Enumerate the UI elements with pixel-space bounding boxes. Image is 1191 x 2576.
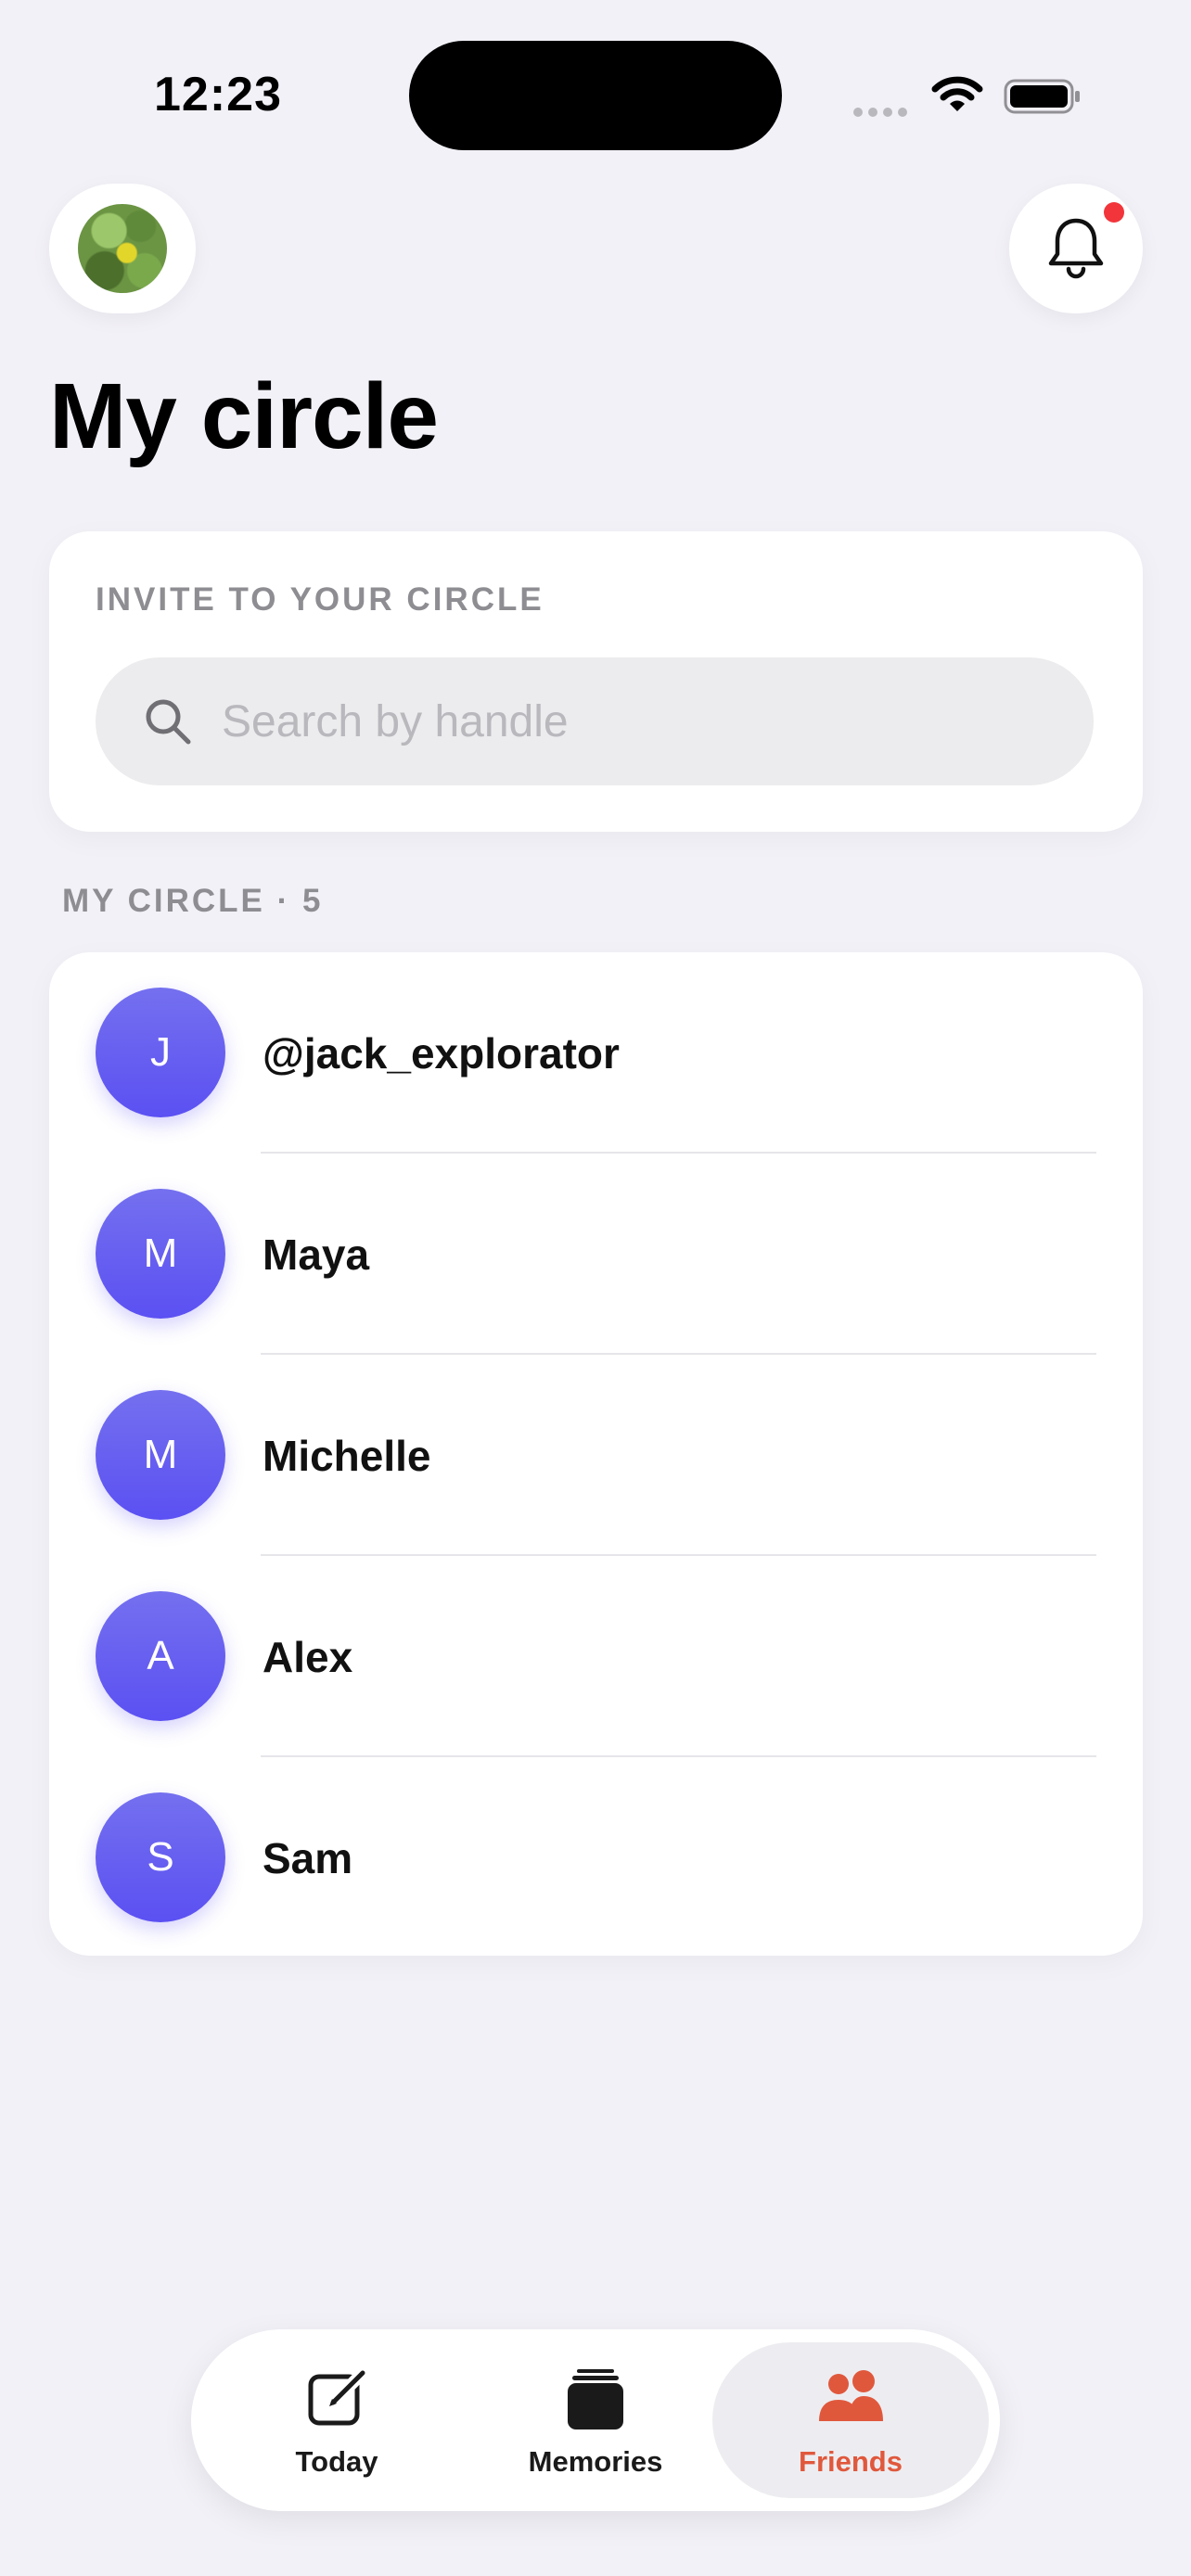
search-field[interactable] bbox=[96, 657, 1094, 785]
stack-icon bbox=[568, 2369, 623, 2429]
wifi-icon bbox=[931, 76, 983, 111]
tab-memories-label: Memories bbox=[528, 2445, 663, 2478]
dynamic-island bbox=[409, 41, 782, 150]
invite-label: INVITE TO YOUR CIRCLE bbox=[96, 581, 544, 618]
profile-photo bbox=[78, 204, 167, 293]
friend-row[interactable]: M Michelle bbox=[49, 1355, 1143, 1556]
friend-avatar: M bbox=[96, 1189, 225, 1319]
friend-row[interactable]: S Sam bbox=[49, 1757, 1143, 1956]
bell-icon bbox=[1048, 218, 1104, 279]
friend-row[interactable]: A Alex bbox=[49, 1556, 1143, 1757]
friend-name: Sam bbox=[263, 1834, 353, 1882]
tab-friends[interactable]: Friends bbox=[712, 2342, 989, 2498]
friend-avatar: A bbox=[96, 1591, 225, 1721]
status-time: 12:23 bbox=[154, 68, 282, 121]
status-bar: 12:23 bbox=[0, 0, 1191, 158]
cellular-signal-icon bbox=[853, 108, 907, 117]
friend-avatar: S bbox=[96, 1792, 225, 1922]
search-icon bbox=[146, 699, 191, 745]
invite-card: INVITE TO YOUR CIRCLE bbox=[49, 531, 1143, 832]
friends-list: J @jack_explorator M Maya M Michelle A A… bbox=[49, 952, 1143, 1956]
notifications-button[interactable] bbox=[1009, 184, 1143, 313]
friend-avatar: J bbox=[96, 988, 225, 1117]
notification-badge bbox=[1104, 202, 1124, 223]
tab-today[interactable]: Today bbox=[211, 2342, 462, 2498]
tab-today-label: Today bbox=[295, 2445, 378, 2478]
page-title: My circle bbox=[49, 364, 439, 468]
profile-avatar-button[interactable] bbox=[49, 184, 196, 313]
search-input[interactable] bbox=[222, 695, 1019, 747]
tab-friends-label: Friends bbox=[799, 2445, 903, 2478]
compose-icon bbox=[308, 2366, 369, 2426]
friend-row[interactable]: M Maya bbox=[49, 1154, 1143, 1355]
tab-bar: Today Memories Friends bbox=[191, 2329, 1000, 2511]
friend-name: Maya bbox=[263, 1231, 370, 1279]
circle-section-label: MY CIRCLE · 5 bbox=[62, 883, 324, 919]
tab-memories[interactable]: Memories bbox=[469, 2342, 722, 2498]
battery-icon bbox=[1004, 79, 1080, 114]
friend-name: @jack_explorator bbox=[263, 1029, 620, 1078]
people-icon bbox=[819, 2370, 883, 2421]
friend-name: Alex bbox=[263, 1633, 353, 1681]
friend-avatar: M bbox=[96, 1390, 225, 1520]
friend-name: Michelle bbox=[263, 1432, 431, 1480]
friend-row[interactable]: J @jack_explorator bbox=[49, 952, 1143, 1154]
